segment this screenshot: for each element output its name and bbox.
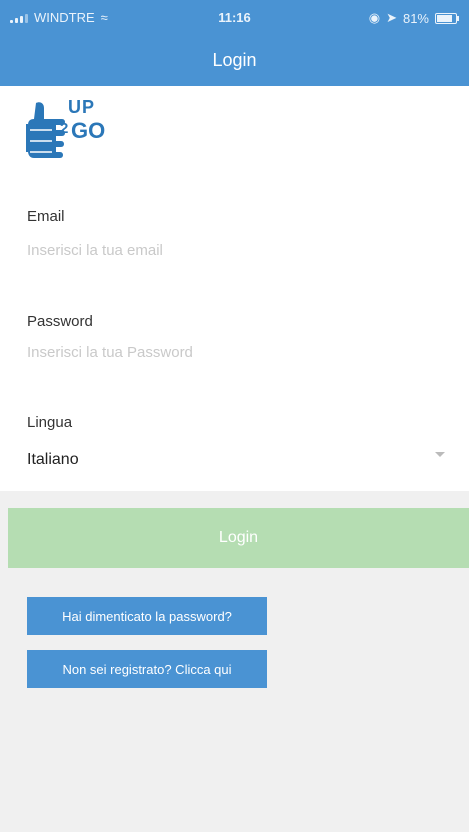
- logo-text-up: UP: [68, 97, 96, 117]
- language-select-value: Italiano: [27, 451, 79, 468]
- logo-text-2: 2: [60, 120, 69, 137]
- battery-fill: [437, 14, 452, 22]
- forgot-password-button[interactable]: Hai dimenticato la password?: [27, 597, 267, 635]
- battery-percent: 81%: [402, 10, 429, 26]
- top-bar: WINDTRE ≈ 11:16 ◉ ➤ 81% Login: [0, 0, 469, 86]
- password-field[interactable]: [27, 344, 447, 361]
- password-label: Password: [27, 313, 93, 330]
- status-bar: WINDTRE ≈ 11:16 ◉ ➤ 81%: [0, 0, 469, 36]
- status-right: ◉ ➤ 81%: [368, 10, 459, 26]
- orientation-lock-icon: ◉: [368, 10, 381, 25]
- email-label: Email: [27, 208, 65, 225]
- page-title: Login: [212, 50, 257, 70]
- location-icon: ➤: [386, 10, 397, 25]
- language-label: Lingua: [27, 414, 73, 431]
- register-button[interactable]: Non sei registrato? Clicca qui: [27, 650, 267, 688]
- chevron-down-icon: [435, 452, 445, 457]
- email-field[interactable]: [27, 242, 447, 259]
- login-button[interactable]: Login: [8, 508, 469, 568]
- battery-icon: [435, 12, 459, 24]
- logo-text-go: GO: [71, 118, 106, 143]
